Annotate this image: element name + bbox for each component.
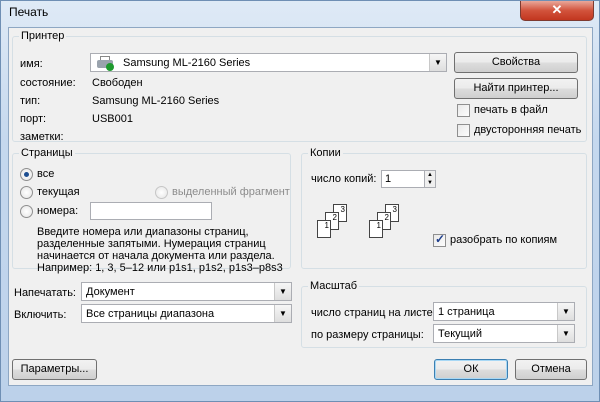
zoom-group: Масштаб число страниц на листе: 1 страни… — [301, 280, 587, 348]
window-title: Печать — [9, 5, 49, 19]
pages-per-sheet-select[interactable]: 1 страница ▼ — [433, 302, 575, 321]
printer-name-select[interactable]: Samsung ML-2160 Series ▼ — [90, 53, 447, 72]
include-label: Включить: — [14, 309, 67, 321]
print-what-label: Напечатать: — [14, 287, 76, 299]
pages-all-radio[interactable] — [20, 168, 33, 181]
printer-type-value: Samsung ML-2160 Series — [92, 95, 220, 107]
pages-selection-label[interactable]: выделенный фрагмент — [172, 186, 290, 198]
ok-button[interactable]: ОК — [434, 359, 508, 380]
chevron-down-icon[interactable]: ▼ — [557, 303, 574, 320]
collate-page-1b: 1 — [369, 220, 383, 238]
dialog-client: Принтер имя: Samsung ML-2160 Series ▼ со… — [8, 27, 593, 386]
properties-button[interactable]: Свойства — [454, 52, 578, 73]
pages-current-label[interactable]: текущая — [37, 186, 80, 198]
options-button[interactable]: Параметры... — [12, 359, 97, 380]
print-to-file-label[interactable]: печать в файл — [474, 104, 548, 116]
copies-legend: Копии — [308, 147, 343, 159]
print-to-file-checkbox[interactable] — [457, 104, 470, 117]
pages-per-sheet-label: число страниц на листе: — [311, 307, 436, 319]
pages-current-radio[interactable] — [20, 186, 33, 199]
include-select[interactable]: Все страницы диапазона ▼ — [81, 304, 292, 323]
pages-hint-line-1: Введите номера или диапазоны страниц, — [37, 226, 249, 238]
chevron-down-icon[interactable]: ▼ — [274, 283, 291, 300]
printer-icon — [97, 56, 114, 71]
printer-port-value: USB001 — [92, 113, 133, 125]
scale-select[interactable]: Текущий ▼ — [433, 324, 575, 343]
printer-legend: Принтер — [19, 30, 67, 42]
print-what-select[interactable]: Документ ▼ — [81, 282, 292, 301]
pages-hint-line-2: разделенные запятыми. Нумерация страниц — [37, 238, 266, 250]
pages-numbers-radio[interactable] — [20, 205, 33, 218]
scale-label: по размеру страницы: — [311, 329, 424, 341]
print-dialog: Печать ✕ Принтер имя: Samsung ML-2160 Se… — [0, 0, 600, 402]
pages-per-sheet-value: 1 страница — [438, 306, 495, 318]
pages-group: Страницы все текущая выделенный фрагмент… — [12, 147, 291, 274]
pages-numbers-input[interactable] — [90, 202, 212, 220]
find-printer-button[interactable]: Найти принтер... — [454, 78, 578, 99]
pages-numbers-label[interactable]: номера: — [37, 205, 78, 217]
chevron-down-icon[interactable]: ▼ — [274, 305, 291, 322]
copies-count-value: 1 — [385, 173, 392, 185]
collate-illustration: 3 2 1 3 2 1 — [311, 204, 401, 254]
collate-checkbox[interactable] — [433, 232, 446, 247]
printer-group: Принтер имя: Samsung ML-2160 Series ▼ со… — [12, 30, 587, 143]
collate-label[interactable]: разобрать по копиям — [450, 234, 557, 246]
printer-type-label: тип: — [20, 95, 41, 107]
copies-spinner[interactable]: ▲ ▼ — [424, 170, 436, 188]
include-value: Все страницы диапазона — [86, 308, 215, 320]
duplex-checkbox[interactable] — [457, 124, 470, 137]
chevron-down-icon[interactable]: ▼ — [429, 54, 446, 71]
printer-port-label: порт: — [20, 113, 47, 125]
zoom-legend: Масштаб — [308, 280, 360, 292]
printer-name-label: имя: — [20, 58, 43, 70]
printer-status-label: состояние: — [20, 77, 76, 89]
chevron-down-icon[interactable]: ▼ — [557, 325, 574, 342]
cancel-button[interactable]: Отмена — [515, 359, 587, 380]
printer-name-value: Samsung ML-2160 Series — [123, 57, 251, 69]
copies-group: Копии число копий: 1 ▲▼ 3 2 1 3 2 1 разо… — [301, 147, 587, 269]
scale-value: Текущий — [438, 328, 482, 340]
print-what-value: Документ — [86, 286, 135, 298]
collate-page-1a: 1 — [317, 220, 331, 238]
pages-all-label[interactable]: все — [37, 168, 54, 180]
pages-selection-radio[interactable] — [155, 186, 168, 199]
copies-count-input[interactable]: 1 ▲ ▼ — [381, 170, 436, 188]
duplex-label[interactable]: двусторонняя печать — [474, 124, 581, 136]
pages-hint-line-3: начинается от начала документа или разде… — [37, 250, 275, 262]
pages-hint-line-4: Например: 1, 3, 5–12 или p1s1, p1s2, p1s… — [37, 262, 283, 274]
pages-legend: Страницы — [19, 147, 75, 159]
printer-notes-label: заметки: — [20, 131, 64, 143]
printer-status-value: Свободен — [92, 77, 143, 89]
copies-count-label: число копий: — [311, 173, 377, 185]
close-button[interactable]: ✕ — [520, 1, 594, 21]
